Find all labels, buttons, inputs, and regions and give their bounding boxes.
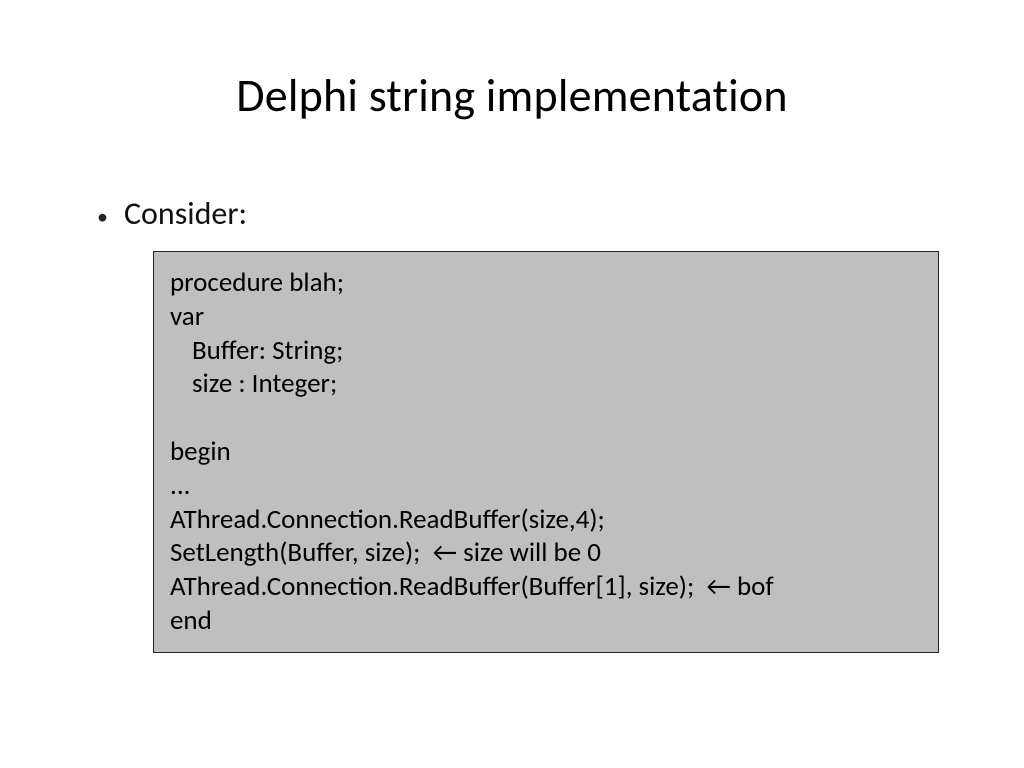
code-line: AThread.Connection.ReadBuffer(size,4); — [170, 503, 922, 537]
code-line: procedure blah; — [170, 266, 922, 300]
code-line: Buffer: String; — [170, 334, 922, 368]
code-line: ... — [170, 469, 922, 503]
code-block: procedure blah; var Buffer: String; size… — [153, 251, 939, 653]
code-line: end — [170, 604, 922, 638]
slide-title: Delphi string implementation — [95, 68, 929, 124]
code-line: begin — [170, 435, 922, 469]
bullet-dot-icon: • — [97, 201, 108, 233]
code-line: size : Integer; — [170, 367, 922, 401]
slide: Delphi string implementation • Consider:… — [0, 0, 1024, 768]
code-blank-line — [170, 401, 922, 435]
bullet-item: • Consider: — [97, 194, 929, 233]
code-line: var — [170, 300, 922, 334]
bullet-text: Consider: — [124, 194, 247, 233]
code-line: SetLength(Buffer, size); ← size will be … — [170, 536, 922, 570]
code-line: AThread.Connection.ReadBuffer(Buffer[1],… — [170, 570, 922, 604]
